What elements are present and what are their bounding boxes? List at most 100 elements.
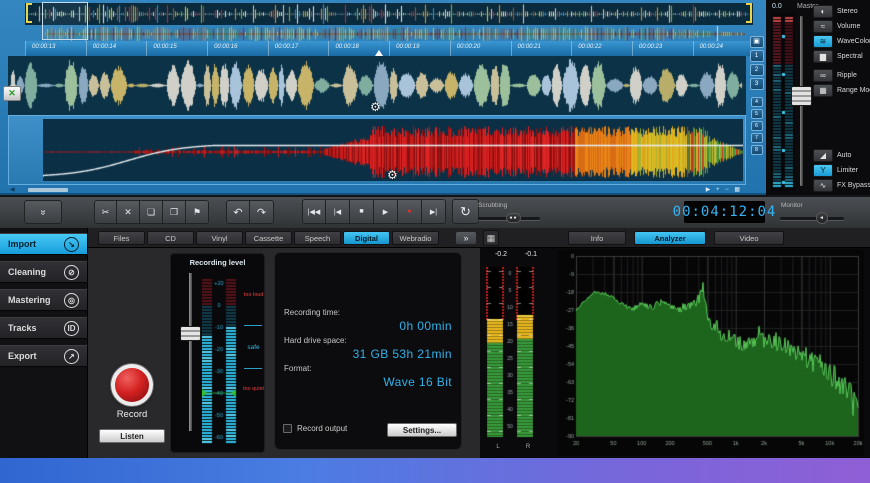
tab-cassette[interactable]: Cassette [245,231,292,245]
loop-button[interactable]: ↻ [452,199,479,224]
range-mode-button[interactable]: ▦ [813,84,833,97]
sidebar-item-import[interactable]: Import ↘ [0,233,87,255]
stop-button[interactable]: ■ [350,199,374,224]
tab-vinyl[interactable]: Vinyl [196,231,243,245]
zoom-preset-button[interactable]: 8 [751,145,763,155]
tab-cd[interactable]: CD [147,231,194,245]
master-button-row: ∿ FX Bypass [813,179,870,192]
wavecolor-button[interactable]: ≋ [813,35,833,48]
cut-button[interactable]: ✂ [94,200,117,224]
info-row-label: Hard drive space: [284,336,452,345]
overview-waveform-canvas[interactable] [25,3,753,25]
ruler-timestamp: 00:00:20 [450,41,511,56]
redo-button[interactable]: ↷ [250,200,274,224]
skip-to-start-button[interactable]: |◀◀ [302,199,326,224]
auto-button[interactable]: ◢ [813,149,833,162]
zoom-preset-buttons: 1 2 3 4 5 6 7 8 [750,48,764,155]
previous-button[interactable]: |◀ [326,199,350,224]
tab-webradio[interactable]: Webradio [392,231,439,245]
panel-grid-button[interactable]: ▦ [483,230,499,246]
paste-button[interactable]: ❐ [163,200,186,224]
spectrum-analyzer-chart [558,250,864,456]
sidebar-item-cleaning[interactable]: Cleaning ⊘ [0,261,87,283]
scrubbing-slider-thumb[interactable]: ●● [506,213,521,223]
track2-audio-object[interactable]: ⚙ [8,115,746,185]
zoom-preset-button[interactable]: 7 [751,133,763,143]
zone-divider [244,325,262,326]
more-tabs-button[interactable]: » [455,231,477,245]
zoom-preset-button[interactable]: 6 [751,121,763,131]
arrangement-overview[interactable] [25,3,753,25]
ruler-timestamp: 00:00:14 [86,41,147,56]
selection-start-marker[interactable] [26,3,32,23]
scrollbar-handle[interactable] [28,188,68,192]
copy-icon: ❏ [147,207,155,218]
horizontal-scrollbar[interactable]: ◀ ▶ + − ▦ [8,186,746,194]
monitor-label: Monitor [781,202,803,209]
spectral-button[interactable]: ▆ [813,50,833,63]
info-row-label: Recording time: [284,308,452,317]
timeline-ruler[interactable]: 00:00:1300:00:1400:00:1500:00:1600:00:17… [25,41,754,56]
fx-bypass-button[interactable]: ∿ [813,179,833,192]
marker-button[interactable]: ⚑ [186,200,209,224]
undo-button[interactable]: ↶ [226,200,250,224]
listen-button[interactable]: Listen [99,429,165,443]
copy-button[interactable]: ❏ [140,200,163,224]
scroll-left-arrow-icon[interactable]: ◀ [10,186,15,193]
record-output-label: Record output [297,424,347,433]
recording-level-fader-handle[interactable] [180,326,201,341]
main-toolbar: » ✂ ✕ ❏ ❐ ⚑ ↶ ↷ |◀◀ |◀ ■ ▶ ● ▶| ↻ Scrubb… [0,197,870,228]
zoom-preset-button[interactable]: 4 [751,97,763,107]
record-transport-button[interactable]: ● [398,199,422,224]
next-button[interactable]: ▶| [422,199,446,224]
tab-video[interactable]: Video [714,231,784,245]
track1-settings-gear-icon[interactable]: ⚙ [370,101,381,113]
stereo-button[interactable]: ◐ [813,5,833,18]
scissors-icon: ✂ [102,207,110,218]
limiter-button[interactable]: Y [813,164,833,177]
overview-view-rectangle[interactable] [42,2,88,40]
tab-info[interactable]: Info [568,231,626,245]
zoom-preset-button[interactable]: 1 [750,50,764,62]
info-row-value: Wave 16 Bit [284,375,452,389]
track2-settings-gear-icon[interactable]: ⚙ [387,169,398,181]
volume-button[interactable]: ≈ [813,20,833,33]
speaker-icon: ◄ [819,215,825,221]
play-button[interactable]: ▶ [374,199,398,224]
playhead-marker[interactable] [375,50,383,56]
ruler-timestamp: 00:00:24 [693,41,754,56]
delete-button[interactable]: ✕ [117,200,140,224]
selection-mode-button[interactable]: ▣ [750,36,764,48]
zoom-preset-button[interactable]: 5 [751,109,763,119]
sidebar-item-mastering[interactable]: Mastering ◎ [0,289,87,311]
tab-files[interactable]: Files [98,231,145,245]
ripple-button[interactable]: ∞ [813,69,833,82]
tab-label: Files [114,234,130,243]
tab-analyzer[interactable]: Analyzer [634,231,706,245]
settings-button[interactable]: Settings... [387,423,457,437]
tab-speech[interactable]: Speech [294,231,341,245]
master-fader-handle[interactable] [791,86,812,106]
record-output-checkbox[interactable] [283,424,292,433]
sidebar-item-export[interactable]: Export ↗ [0,345,87,367]
tab-digital[interactable]: Digital [343,231,390,245]
scrubbing-slider[interactable]: ●● [478,214,540,223]
zoom-controls-icons[interactable]: ▶ + − ▦ [706,186,742,193]
ruler-timestamp: 00:00:19 [389,41,450,56]
spectral-overview[interactable] [45,26,745,41]
sidebar-item-tracks[interactable]: Tracks ID [0,317,87,339]
spectral-overview-canvas[interactable] [45,26,745,41]
monitor-slider[interactable]: ◄ [780,214,844,223]
zoom-preset-button[interactable]: 3 [750,78,764,90]
track-fx-chip[interactable]: ✕ [3,86,21,101]
monitor-speaker-thumb[interactable]: ◄ [816,212,828,224]
recording-info-panel: Recording time: 0h 00min Hard drive spac… [274,252,462,450]
fx-bypass-icon: ∿ [820,181,827,190]
zone-label-too-loud: too loud [242,293,265,299]
collapse-button[interactable]: » [24,200,62,224]
zoom-preset-button[interactable]: 2 [750,64,764,76]
tracks-icon: ID [64,321,79,336]
record-button[interactable] [111,364,153,406]
master-button-label: Volume [837,23,860,30]
master-button-row: Y Limiter [813,164,870,177]
